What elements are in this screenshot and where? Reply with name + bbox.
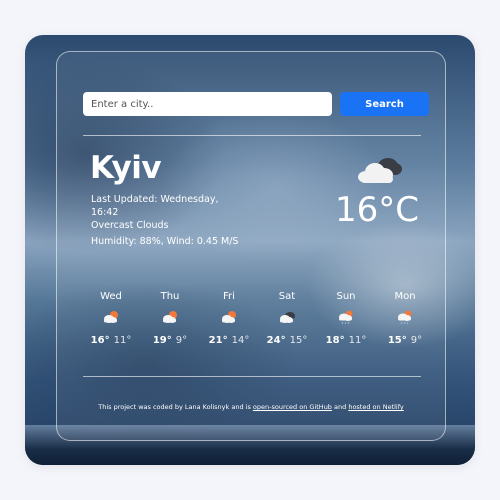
- forecast-temps: 15° 9°: [380, 335, 430, 346]
- forecast-row: Wed 16° 11° Thu 19° 9° Fri 21° 14° Sat 2…: [84, 291, 422, 361]
- weather-app: Search Kyiv Last Updated: Wednesday, 16:…: [25, 35, 475, 465]
- day-name: Thu: [160, 291, 180, 302]
- forecast-day: Wed 16° 11°: [86, 291, 136, 346]
- forecast-day: Sat 24° 15°: [262, 291, 312, 346]
- sun-rain-icon: [398, 310, 412, 325]
- search-form: Search: [83, 92, 429, 116]
- temp-max: 15°: [387, 335, 407, 346]
- sun-rain-icon: [339, 310, 353, 325]
- last-updated: Last Updated: Wednesday, 16:42: [91, 194, 219, 218]
- forecast-temps: 18° 11°: [321, 335, 371, 346]
- temp-max: 18°: [325, 335, 345, 346]
- sun-cloud-icon: [163, 311, 177, 323]
- day-name: Wed: [100, 291, 122, 302]
- city-search-input[interactable]: [83, 92, 332, 116]
- overcast-clouds-icon: [358, 158, 402, 183]
- forecast-temps: 19° 9°: [145, 335, 195, 346]
- humidity-wind: Humidity: 88%, Wind: 0.45 M/S: [91, 236, 239, 247]
- forecast-temps: 24° 15°: [262, 335, 312, 346]
- footer-text-and: and: [331, 403, 349, 411]
- weather-card: Search Kyiv Last Updated: Wednesday, 16:…: [56, 51, 446, 441]
- temp-min: 14°: [231, 335, 250, 346]
- temp-min: 9°: [410, 335, 423, 346]
- temp-max: 21°: [208, 335, 228, 346]
- netlify-link[interactable]: hosted on Netlify: [348, 403, 403, 411]
- temp-max: 16°: [90, 335, 110, 346]
- current-temperature: 16°C: [334, 190, 419, 230]
- day-name: Sat: [278, 291, 296, 302]
- clouds-icon: [280, 312, 295, 323]
- footer-text: This project was coded by Lana Kolisnyk …: [98, 403, 253, 411]
- forecast-day: Mon 15° 9°: [380, 291, 430, 346]
- day-name: Fri: [223, 291, 235, 302]
- day-name: Sun: [336, 291, 356, 302]
- city-name: Kyiv: [90, 150, 162, 186]
- temp-min: 11°: [348, 335, 367, 346]
- temp-min: 15°: [289, 335, 308, 346]
- divider-top: [83, 135, 421, 136]
- current-details: Last Updated: Wednesday, 16:42 Overcast …: [91, 193, 241, 248]
- day-name: Mon: [394, 291, 416, 302]
- temp-min: 9°: [175, 335, 188, 346]
- footer: This project was coded by Lana Kolisnyk …: [57, 403, 445, 411]
- forecast-temps: 21° 14°: [204, 335, 254, 346]
- forecast-temps: 16° 11°: [86, 335, 136, 346]
- sun-cloud-icon: [222, 311, 236, 323]
- forecast-day: Thu 19° 9°: [145, 291, 195, 346]
- temp-min: 11°: [113, 335, 132, 346]
- search-button[interactable]: Search: [340, 92, 429, 116]
- github-link[interactable]: open-sourced on GitHub: [253, 403, 332, 411]
- weather-description: Overcast Clouds: [91, 220, 169, 231]
- temp-max: 24°: [266, 335, 286, 346]
- divider-bottom: [83, 376, 421, 377]
- forecast-day: Fri 21° 14°: [204, 291, 254, 346]
- sun-cloud-icon: [104, 311, 118, 323]
- temp-max: 19°: [152, 335, 172, 346]
- forecast-day: Sun 18° 11°: [321, 291, 371, 346]
